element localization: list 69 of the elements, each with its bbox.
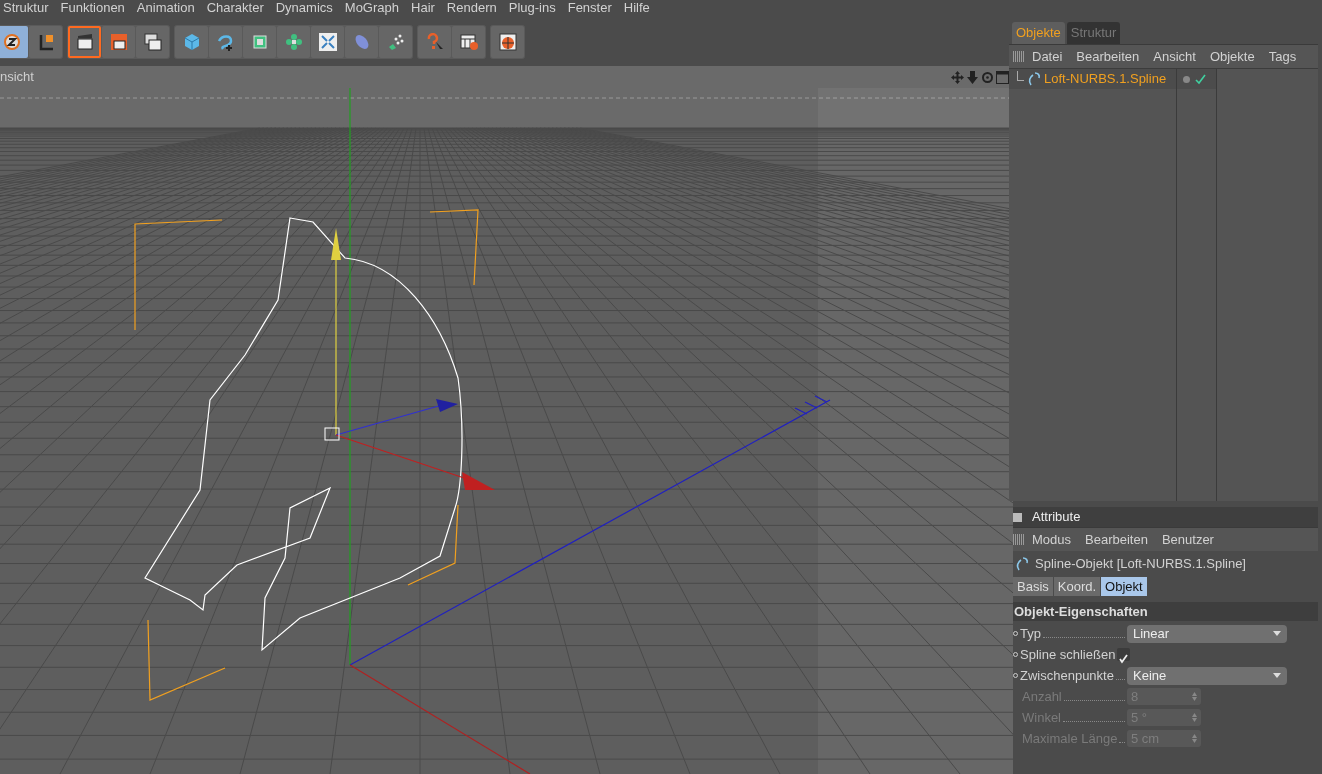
clapperboard-icon bbox=[143, 33, 162, 51]
visibility-dot[interactable] bbox=[1183, 75, 1190, 83]
toolbar-button[interactable] bbox=[0, 26, 28, 58]
menu-item[interactable]: Bearbeiten bbox=[1079, 529, 1154, 550]
panel-title: Attribute bbox=[1032, 508, 1081, 527]
menu-item[interactable]: Objekte bbox=[1203, 46, 1261, 67]
help-cursor-icon bbox=[425, 33, 444, 51]
spline-object-icon bbox=[1015, 557, 1029, 571]
checkbox[interactable] bbox=[1117, 648, 1131, 661]
dropdown[interactable]: Linear bbox=[1127, 624, 1287, 643]
menu-item[interactable]: Hilfe bbox=[617, 0, 656, 18]
field-label: Typ bbox=[1020, 624, 1041, 643]
expand-arrows-icon bbox=[318, 33, 337, 51]
toolbar-button[interactable] bbox=[68, 26, 101, 58]
attribute-tab[interactable]: Objekt bbox=[1101, 577, 1147, 596]
toolbar-button[interactable] bbox=[452, 26, 485, 58]
menu-item[interactable]: Animation bbox=[130, 0, 201, 18]
menu-item[interactable]: Funktionen bbox=[54, 0, 131, 18]
tree-connector bbox=[1017, 71, 1024, 81]
toolbar-button[interactable] bbox=[136, 26, 169, 58]
menu-item[interactable]: Plug-ins bbox=[502, 0, 562, 18]
spinner-arrows-icon bbox=[1192, 692, 1197, 701]
menu-item[interactable]: Struktur bbox=[0, 0, 55, 18]
caret-icon bbox=[1273, 631, 1281, 636]
dropdown[interactable]: Keine bbox=[1127, 666, 1287, 685]
down-arrow-icon[interactable] bbox=[966, 70, 979, 84]
viewport-title: nsicht bbox=[0, 68, 34, 87]
menu-item[interactable]: Datei bbox=[1026, 46, 1069, 67]
panel-tab[interactable]: Objekte bbox=[1012, 22, 1065, 44]
menu-item[interactable]: Benutzer bbox=[1155, 529, 1220, 550]
menu-item[interactable]: MoGraph bbox=[338, 0, 405, 18]
menu-item[interactable]: Modus bbox=[1026, 529, 1078, 550]
globe-icon bbox=[498, 33, 517, 51]
panel-icon bbox=[1013, 512, 1022, 522]
menu-item[interactable]: Dynamics bbox=[269, 0, 339, 18]
menu-item[interactable]: Charakter bbox=[200, 0, 270, 18]
spline-icon bbox=[216, 33, 235, 51]
panel-tab[interactable]: Struktur bbox=[1066, 22, 1121, 44]
table-help-icon bbox=[459, 33, 478, 51]
flower-icon bbox=[284, 33, 303, 51]
clapperboard-icon bbox=[109, 33, 128, 51]
menu-item[interactable]: Ansicht bbox=[1147, 46, 1202, 67]
clapperboard-icon bbox=[75, 33, 94, 51]
spinner-arrows-icon bbox=[1192, 734, 1197, 743]
menu-item[interactable]: Tags bbox=[1262, 46, 1303, 67]
zoom-icon bbox=[2, 33, 21, 51]
toolbar-button[interactable] bbox=[491, 26, 524, 58]
grip-icon bbox=[1013, 51, 1024, 62]
check-icon[interactable] bbox=[1195, 73, 1206, 85]
field-label: Zwischenpunkte bbox=[1020, 666, 1114, 685]
rotate-icon[interactable] bbox=[981, 70, 994, 84]
caret-icon bbox=[1273, 673, 1281, 678]
toolbar-button[interactable] bbox=[29, 26, 62, 58]
cube-icon bbox=[182, 33, 201, 51]
spinner-arrows-icon bbox=[1192, 713, 1197, 722]
spline-object-icon bbox=[1027, 72, 1041, 86]
toolbar-button[interactable] bbox=[102, 26, 135, 58]
menu-item[interactable]: Hair bbox=[405, 0, 441, 18]
object-center-cube bbox=[324, 427, 340, 441]
nurbs-cube-icon bbox=[250, 33, 269, 51]
move-icon[interactable] bbox=[951, 70, 964, 84]
menu-item[interactable]: Bearbeiten bbox=[1070, 46, 1146, 67]
attribute-tab[interactable]: Koord. bbox=[1053, 577, 1101, 596]
menu-item[interactable]: Fenster bbox=[561, 0, 618, 18]
field-label: Spline schließen bbox=[1020, 645, 1116, 664]
menu-item[interactable]: Rendern bbox=[440, 0, 503, 18]
maximize-icon[interactable] bbox=[996, 70, 1009, 84]
attribute-tab[interactable]: Basis bbox=[1013, 577, 1053, 596]
object-title: Spline-Objekt [Loft-NURBS.1.Spline] bbox=[1035, 555, 1246, 574]
